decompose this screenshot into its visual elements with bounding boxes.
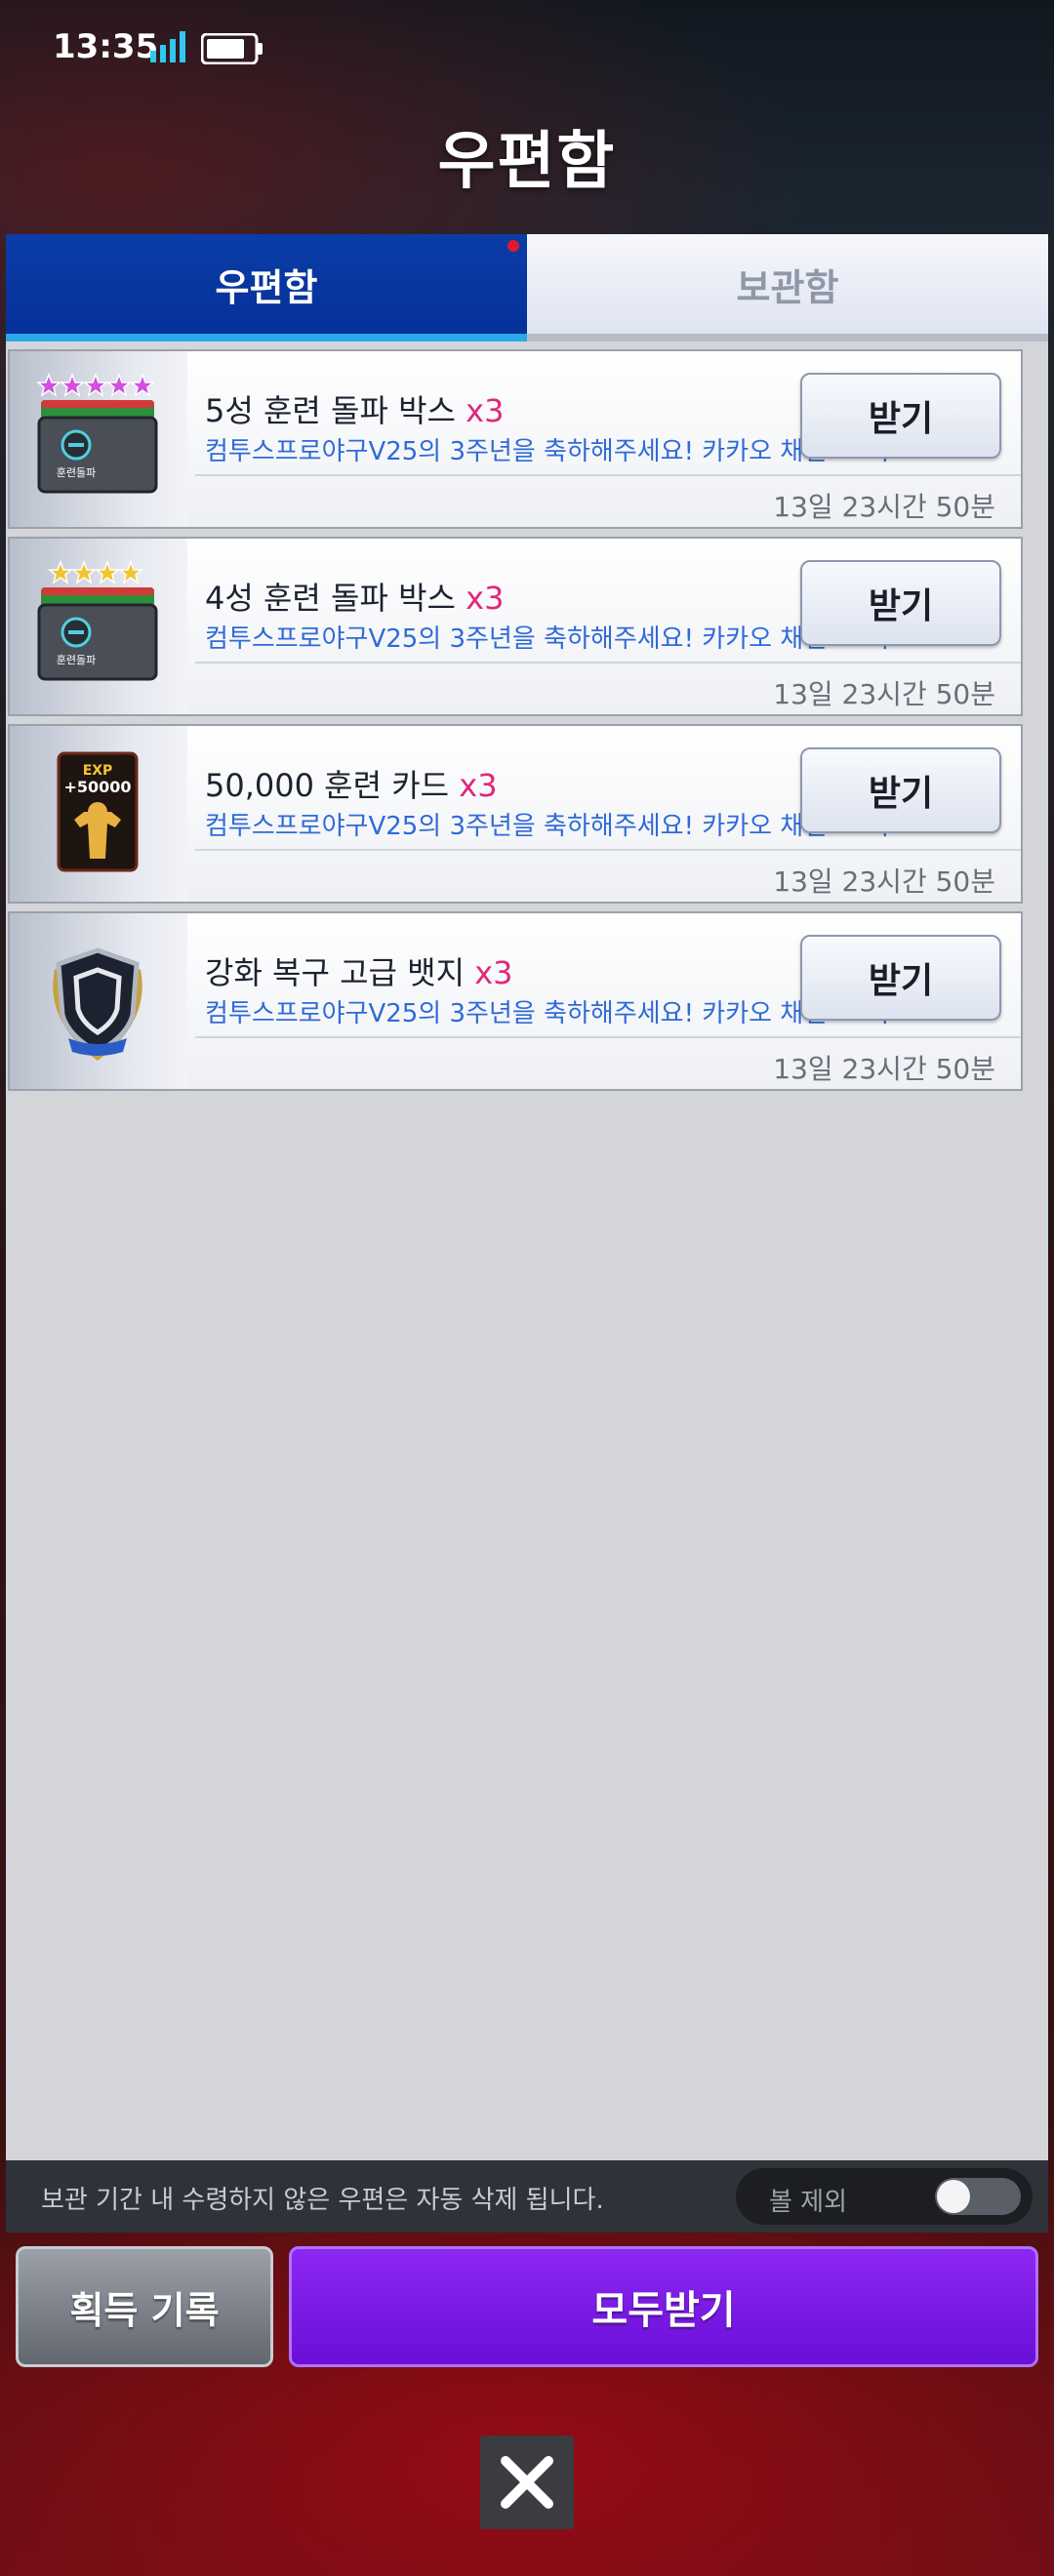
notification-dot-icon [507,240,519,252]
tab-storage-label: 보관함 [736,265,839,309]
mail-thumb: EXP +50000 [10,726,187,902]
divider [195,849,1021,851]
receive-button[interactable]: 받기 [800,935,1001,1021]
mail-title: 5성 훈련 돌파 박스 x3 [205,386,504,431]
close-icon [501,2456,553,2509]
auto-delete-notice: 보관 기간 내 수령하지 않은 우편은 자동 삭제 됩니다. [41,2186,604,2215]
footer-bar: 보관 기간 내 수령하지 않은 우편은 자동 삭제 됩니다. 볼 제외 [6,2160,1048,2233]
signal-icon [150,31,185,62]
mail-expiry: 13일 23시간 50분 [773,491,995,523]
tab-inbox[interactable]: 우편함 [6,234,527,342]
divider [195,474,1021,476]
mail-title-text: 강화 복구 고급 뱃지 [205,954,466,991]
battery-icon [201,33,263,64]
toggle-knob [937,2180,970,2213]
divider [195,662,1021,664]
mail-qty: x3 [466,392,505,429]
mail-item: EXP +50000 50,000 훈련 카드 x3 컴투스프로야구V25의 3… [8,724,1023,904]
mail-expiry: 13일 23시간 50분 [773,678,995,710]
mail-thumb: 훈련돌파 [10,351,187,527]
training-box-4star-icon: 훈련돌파 [37,559,158,681]
page-title: 우편함 [437,126,617,198]
mail-expiry: 13일 23시간 50분 [773,1053,995,1085]
mail-title: 4성 훈련 돌파 박스 x3 [205,574,504,619]
mail-title-text: 5성 훈련 돌파 박스 [205,392,456,429]
box-label: 훈련돌파 [57,654,96,666]
mail-item: 훈련돌파 4성 훈련 돌파 박스 x3 컴투스프로야구V25의 3주년을 축하해… [8,537,1023,716]
mail-item: 강화 복구 고급 뱃지 x3 컴투스프로야구V25의 3주년을 축하해주세요! … [8,911,1023,1091]
mail-item: 훈련돌파 5성 훈련 돌파 박스 x3 컴투스프로야구V25의 3주년을 축하해… [8,349,1023,529]
history-button[interactable]: 획득 기록 [16,2246,273,2367]
exp-card-amount: +50000 [63,778,131,796]
receive-button[interactable]: 받기 [800,747,1001,833]
training-box-5star-icon: 훈련돌파 [35,372,158,494]
filter-toggle[interactable] [935,2178,1021,2215]
tab-inbox-label: 우편함 [215,265,318,309]
divider [195,1036,1021,1038]
box-label: 훈련돌파 [57,466,96,479]
mail-title: 강화 복구 고급 뱃지 x3 [205,948,513,993]
mail-qty: x3 [466,580,505,617]
mail-qty: x3 [474,954,513,991]
mailbox-panel: 우편함 보관함 훈련돌파 5성 훈련 돌파 박스 x3 컴투스프로야구V25의 … [6,234,1048,2233]
mail-expiry: 13일 23시간 50분 [773,865,995,898]
mail-qty: x3 [459,767,498,804]
receive-all-button[interactable]: 모두받기 [289,2246,1038,2367]
tab-storage[interactable]: 보관함 [527,234,1048,342]
mail-thumb [10,913,187,1089]
shield-badge-icon [53,947,142,1062]
exp-card-label: EXP [83,763,113,779]
status-bar: 13:35 [0,0,1054,98]
mail-title-text: 50,000 훈련 카드 [205,767,450,804]
receive-button[interactable]: 받기 [800,373,1001,459]
mail-title: 50,000 훈련 카드 x3 [205,761,498,806]
mail-thumb: 훈련돌파 [10,539,187,714]
exp-card-icon: EXP +50000 [57,751,139,872]
close-button[interactable] [480,2435,574,2529]
exclude-filter[interactable]: 볼 제외 [736,2168,1033,2225]
receive-button[interactable]: 받기 [800,560,1001,646]
tab-bar: 우편함 보관함 [6,234,1048,342]
status-time: 13:35 [53,27,159,66]
mail-title-text: 4성 훈련 돌파 박스 [205,580,456,617]
filter-label: 볼 제외 [769,2188,848,2217]
